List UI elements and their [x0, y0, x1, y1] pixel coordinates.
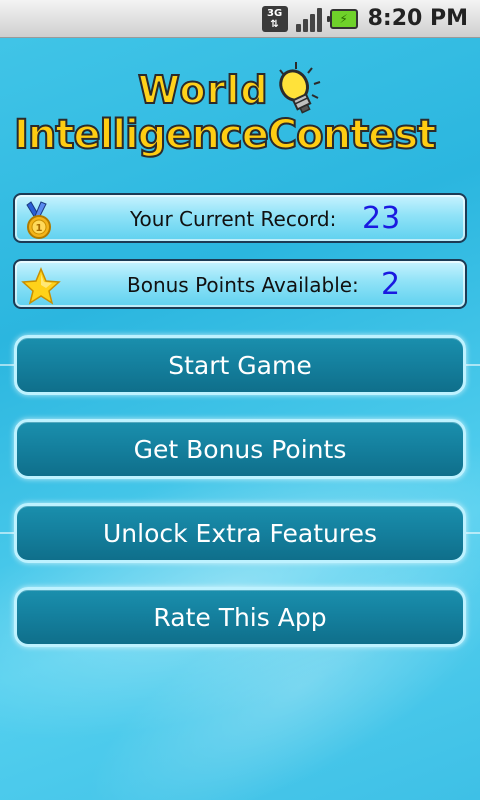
clock: 8:20 PM — [367, 6, 468, 31]
rate-app-button[interactable]: Rate This App — [14, 587, 466, 647]
bonus-points-panel: Bonus Points Available: 2 — [13, 259, 467, 309]
decor-line-left — [0, 364, 14, 366]
decor-line-right — [466, 532, 480, 534]
record-value: 23 — [362, 201, 401, 236]
unlock-extra-features-button[interactable]: Unlock Extra Features — [14, 503, 466, 563]
network-type: 3G — [267, 7, 283, 19]
svg-text:1: 1 — [36, 223, 43, 234]
app-logo: World IntelligenceContest — [0, 60, 480, 170]
logo-title-text: IntelligenceContest — [13, 111, 437, 159]
decor-line-right — [466, 364, 480, 366]
star-icon — [21, 267, 61, 305]
bonus-label: Bonus Points Available: — [127, 273, 359, 297]
start-game-button[interactable]: Start Game — [14, 335, 466, 395]
get-bonus-points-button[interactable]: Get Bonus Points — [14, 419, 466, 479]
medal-icon: 1 — [26, 201, 51, 239]
logo-world-text: World — [137, 67, 269, 113]
bonus-value: 2 — [381, 267, 401, 302]
lightbulb-icon — [279, 62, 321, 114]
battery-charging-icon: ⚡ — [326, 8, 358, 29]
signal-strength-icon — [295, 6, 322, 32]
3g-data-icon: 3G ⇅ — [261, 5, 288, 32]
status-bar: 3G ⇅ ⚡ 8:20 PM — [0, 0, 480, 38]
record-label: Your Current Record: — [130, 207, 337, 231]
decor-line-left — [0, 532, 14, 534]
current-record-panel: 1 Your Current Record: 23 — [13, 193, 467, 243]
